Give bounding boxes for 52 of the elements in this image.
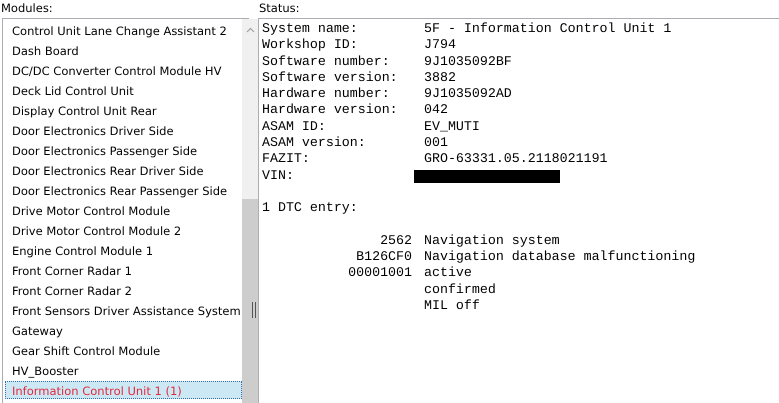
module-list-item[interactable]: Gateway bbox=[5, 321, 242, 339]
info-value: 5F - Information Control Unit 1 bbox=[424, 21, 672, 38]
info-label: FAZIT: bbox=[262, 151, 311, 168]
module-list-item[interactable]: Front Corner Radar 1 bbox=[5, 261, 242, 279]
dtc-code: B126CF0 bbox=[356, 249, 412, 264]
scrollbar-thumb[interactable] bbox=[242, 199, 259, 403]
module-list-item[interactable]: Engine Control Module 1 bbox=[5, 241, 242, 259]
info-label: Software number: bbox=[262, 54, 391, 70]
info-value: 9J1035092AD bbox=[424, 86, 512, 102]
module-list-item[interactable]: Display Control Unit Rear bbox=[5, 101, 242, 119]
info-label: System name: bbox=[262, 21, 359, 38]
module-list-item[interactable]: Information Control Unit 1 (1) bbox=[5, 381, 242, 399]
scrollbar[interactable] bbox=[242, 19, 259, 403]
dtc-text: confirmed bbox=[424, 282, 496, 298]
scroll-up-icon[interactable] bbox=[246, 27, 255, 33]
module-list-item[interactable]: Front Corner Radar 2 bbox=[5, 281, 242, 299]
dtc-code: 00001001 bbox=[348, 265, 412, 280]
module-list-item[interactable]: DC/DC Converter Control Module HV bbox=[5, 61, 242, 79]
info-value: 9J1035092BF bbox=[424, 54, 512, 70]
module-list-item[interactable]: Dash Board bbox=[5, 41, 242, 59]
info-value: 3882 bbox=[424, 70, 456, 86]
module-list-item[interactable]: Drive Motor Control Module bbox=[5, 201, 242, 219]
dtc-heading: 1 DTC entry: bbox=[262, 200, 358, 217]
module-list-item[interactable]: Front Sensors Driver Assistance System bbox=[5, 301, 242, 319]
info-value: 042 bbox=[424, 102, 448, 119]
dtc-code: 2562 bbox=[380, 232, 412, 248]
info-label: Software version: bbox=[262, 70, 399, 86]
dtc-text: active bbox=[424, 265, 472, 282]
dtc-text: Navigation system bbox=[424, 232, 560, 250]
module-list-item[interactable]: Door Electronics Passenger Side bbox=[5, 141, 242, 159]
dtc-text: MIL off bbox=[424, 298, 480, 314]
info-value: 001 bbox=[424, 135, 448, 152]
info-label: Hardware version: bbox=[262, 102, 399, 119]
info-label: VIN: bbox=[262, 168, 295, 184]
info-value: J794 bbox=[424, 37, 456, 54]
module-list-item[interactable]: Drive Motor Control Module 2 bbox=[5, 221, 242, 239]
info-value: GRO-63331.05.2118021191 bbox=[424, 151, 608, 168]
module-list-item[interactable]: Door Electronics Rear Passenger Side bbox=[5, 181, 242, 199]
info-label: ASAM ID: bbox=[262, 118, 327, 136]
info-value: EV_MUTI bbox=[424, 118, 480, 136]
dtc-text: Navigation database malfunctioning bbox=[424, 249, 696, 266]
modules-label: Modules: bbox=[0, 0, 53, 17]
module-list-item[interactable]: Gear Shift Control Module bbox=[5, 341, 242, 359]
info-label: Workshop ID: bbox=[262, 37, 359, 54]
module-list-item[interactable]: Control Unit Lane Change Assistant 2 bbox=[5, 21, 242, 39]
module-list-item[interactable]: Deck Lid Control Unit bbox=[5, 81, 242, 99]
info-label: ASAM version: bbox=[262, 135, 367, 152]
info-label: Hardware number: bbox=[262, 86, 391, 102]
module-list-item[interactable]: HV_Booster bbox=[5, 361, 242, 379]
module-list-item[interactable]: Door Electronics Driver Side bbox=[5, 121, 242, 139]
module-list-item[interactable]: Door Electronics Rear Driver Side bbox=[5, 161, 242, 179]
status-label: Status: bbox=[258, 0, 300, 17]
